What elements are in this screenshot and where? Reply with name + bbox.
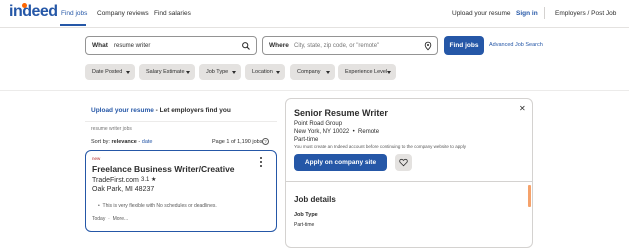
job-card-company: TradeFirst.com — [92, 177, 139, 184]
filter-company[interactable]: Company — [290, 64, 335, 80]
chevron-down-icon — [186, 71, 190, 74]
detail-remote: Remote — [358, 129, 380, 135]
indeed-logo[interactable]: indeed — [9, 3, 58, 20]
job-card[interactable]: new Freelance Business Writer/Creative T… — [85, 150, 277, 232]
more-link[interactable]: More... — [113, 216, 129, 222]
new-badge: new — [92, 156, 101, 161]
where-input[interactable]: City, state, zip code, or "remote" — [294, 42, 379, 50]
filter-experience-level[interactable]: Experience Level — [338, 64, 396, 80]
help-icon[interactable]: ? — [262, 138, 269, 145]
snippet-text: This is very flexible with No schedules … — [102, 203, 217, 209]
sort-date-link[interactable]: date — [142, 139, 153, 145]
sort-controls: Sort by: relevance - date — [91, 138, 152, 146]
detail-divider — [286, 181, 532, 182]
nav-find-salaries[interactable]: Find salaries — [154, 9, 191, 18]
location-pin-icon — [424, 41, 432, 51]
upload-resume-text: - Let employers find you — [153, 107, 231, 114]
find-jobs-button[interactable]: Find jobs — [444, 36, 484, 55]
filter-label: Job Type — [206, 69, 229, 75]
filter-label: Location — [252, 69, 273, 75]
filter-location[interactable]: Location — [245, 64, 285, 80]
page-count: Page 1 of 1,190 jobs — [212, 139, 263, 145]
sort-prefix: Sort by: — [91, 139, 112, 145]
filter-label: Salary Estimate — [146, 69, 185, 75]
logo-text: indeed — [9, 3, 58, 20]
search-icon — [242, 42, 250, 50]
detail-job-title: Senior Resume Writer — [294, 108, 388, 118]
nav-company-reviews[interactable]: Company reviews — [97, 9, 149, 18]
more-options-icon[interactable] — [258, 157, 264, 169]
what-search-box[interactable]: What resume writer — [85, 36, 257, 55]
job-card-location: Oak Park, MI 48237 — [92, 186, 155, 193]
job-type-heading: Job Type — [294, 212, 318, 218]
what-label: What — [92, 42, 108, 49]
heart-icon — [399, 158, 408, 167]
job-detail-panel: Senior Resume Writer ✕ Point Road Group … — [285, 98, 533, 248]
section-divider — [0, 90, 629, 91]
scrollbar-thumb[interactable] — [528, 185, 531, 207]
nav-find-jobs[interactable]: Find jobs — [61, 9, 87, 18]
upload-resume-link[interactable]: Upload your resume — [91, 107, 154, 114]
results-divider — [85, 121, 277, 122]
detail-location: New York, NY 10022 — [294, 129, 350, 135]
close-icon[interactable]: ✕ — [519, 104, 526, 113]
filter-label: Date Posted — [92, 69, 123, 75]
what-input[interactable]: resume writer — [114, 42, 150, 50]
filter-job-type[interactable]: Job Type — [199, 64, 241, 80]
chevron-down-icon — [232, 71, 236, 74]
advanced-job-search-link[interactable]: Advanced Job Search — [489, 41, 543, 49]
filter-label: Company — [297, 69, 321, 75]
upload-resume-banner: Upload your resume - Let employers find … — [91, 106, 231, 115]
where-label: Where — [269, 42, 289, 49]
sort-relevance: relevance — [111, 139, 137, 145]
job-card-posted: Today · More... — [92, 216, 129, 222]
header-divider — [544, 7, 545, 19]
posted-date: Today — [92, 216, 106, 222]
chevron-down-icon — [276, 71, 280, 74]
detail-company[interactable]: Point Road Group — [294, 120, 342, 128]
job-card-title[interactable]: Freelance Business Writer/Creative — [92, 164, 235, 175]
apply-note: You must create an Indeed account before… — [294, 144, 466, 149]
chevron-down-icon — [126, 71, 130, 74]
filter-date-posted[interactable]: Date Posted — [85, 64, 135, 80]
job-details-heading: Job details — [294, 195, 336, 204]
detail-location-row: New York, NY 10022 • Remote — [294, 129, 380, 135]
query-caption: resume writer jobs — [91, 126, 132, 132]
detail-job-type: Part-time — [294, 137, 319, 143]
chevron-down-icon — [387, 71, 391, 74]
job-card-snippet: • This is very flexible with No schedule… — [98, 203, 217, 209]
filter-salary-estimate[interactable]: Salary Estimate — [139, 64, 195, 80]
nav-sign-in[interactable]: Sign in — [516, 9, 538, 18]
nav-employers-post-job[interactable]: Employers / Post Job — [555, 9, 616, 18]
filter-label: Experience Level — [345, 69, 388, 75]
nav-upload-resume[interactable]: Upload your resume — [452, 9, 511, 18]
logo-dot — [22, 3, 27, 8]
save-job-button[interactable] — [395, 154, 412, 171]
job-card-rating: 3.1 ★ — [141, 177, 157, 183]
top-header: indeed Find jobs Company reviews Find sa… — [0, 0, 629, 28]
where-search-box[interactable]: Where City, state, zip code, or "remote" — [262, 36, 438, 55]
apply-on-company-site-button[interactable]: Apply on company site — [294, 154, 387, 171]
job-type-value: Part-time — [294, 222, 315, 228]
chevron-down-icon — [326, 71, 330, 74]
active-nav-underline — [60, 24, 86, 26]
